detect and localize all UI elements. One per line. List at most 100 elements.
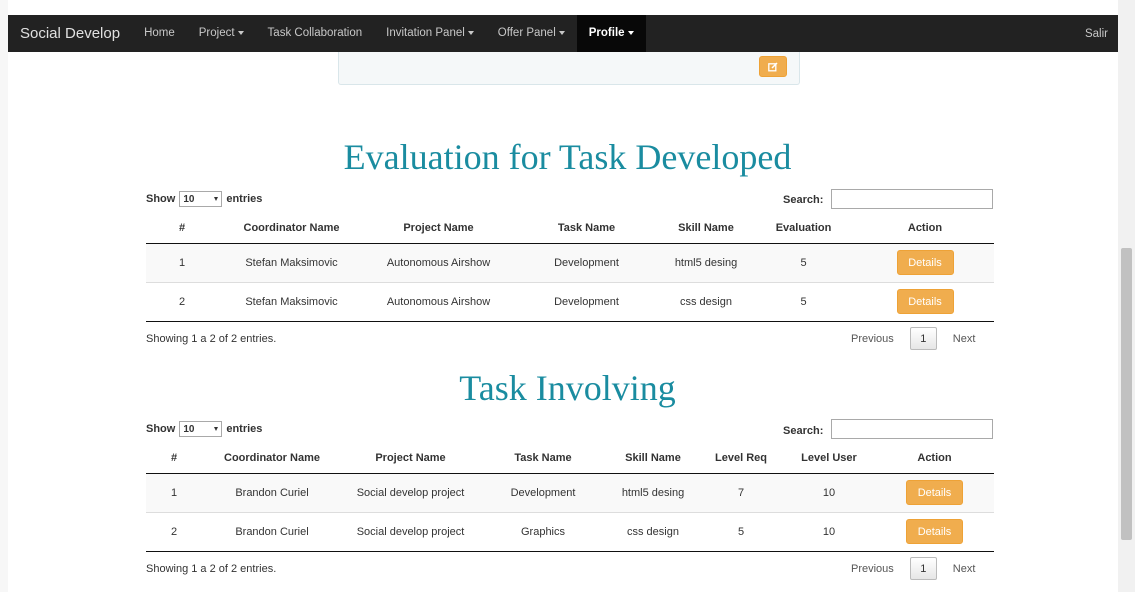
cell-skill: html5 desing xyxy=(661,242,751,282)
column-header[interactable]: Project Name xyxy=(342,443,479,474)
table-row: 1 Stefan Maksimovic Autonomous Airshow D… xyxy=(146,242,994,282)
entries-label: entries xyxy=(226,423,263,435)
evaluation-search-label: Search: xyxy=(783,194,824,206)
caret-down-icon xyxy=(237,30,244,35)
details-button[interactable]: Details xyxy=(906,480,963,505)
involving-section-title: Task Involving xyxy=(459,368,676,408)
cell-task: Graphics xyxy=(479,511,607,552)
column-header[interactable]: Skill Name xyxy=(661,213,751,244)
cell-level-user: 10 xyxy=(783,472,875,512)
column-header[interactable]: Coordinator Name xyxy=(218,213,365,244)
edit-button[interactable] xyxy=(759,56,787,77)
evaluation-section-title: Evaluation for Task Developed xyxy=(343,137,792,177)
cell-num: 1 xyxy=(146,242,218,282)
column-header[interactable]: Skill Name xyxy=(607,443,699,474)
involving-pagination: Previous 1 Next xyxy=(843,557,983,580)
column-header[interactable]: Action xyxy=(856,213,994,244)
cell-task: Development xyxy=(512,281,661,322)
cell-num: 2 xyxy=(146,511,202,552)
cell-project: Autonomous Airshow xyxy=(365,242,512,282)
cell-coordinator: Stefan Maksimovic xyxy=(218,242,365,282)
cell-level-req: 5 xyxy=(699,511,783,552)
details-button[interactable]: Details xyxy=(896,289,954,314)
cell-action: Details xyxy=(875,511,994,552)
brand-link[interactable]: Social Develop xyxy=(8,15,132,52)
show-label: Show xyxy=(146,193,176,205)
table-row: 2 Stefan Maksimovic Autonomous Airshow D… xyxy=(146,281,994,322)
involving-table-info: Showing 1 a 2 of 2 entries. xyxy=(146,563,277,575)
nav-offer-panel-label: Offer Panel xyxy=(497,27,556,39)
nav-project[interactable]: Project xyxy=(187,15,256,52)
column-header[interactable]: Coordinator Name xyxy=(202,443,342,474)
details-button[interactable]: Details xyxy=(906,519,963,544)
page-1-button[interactable]: 1 xyxy=(909,557,937,580)
column-header[interactable]: # xyxy=(146,213,218,244)
caret-down-icon xyxy=(214,427,219,431)
nav-invitation-panel-label: Invitation Panel xyxy=(386,27,465,39)
show-label: Show xyxy=(146,423,176,435)
cell-coordinator: Stefan Maksimovic xyxy=(218,281,365,322)
nav-profile[interactable]: Profile xyxy=(576,15,646,52)
evaluation-page-length-select[interactable]: 10 xyxy=(179,191,223,207)
caret-down-icon xyxy=(558,30,565,35)
evaluation-table: # Coordinator Name Project Name Task Nam… xyxy=(146,213,994,322)
column-header[interactable]: Task Name xyxy=(512,213,661,244)
cell-level-req: 7 xyxy=(699,472,783,512)
table-row: 2 Brandon Curiel Social develop project … xyxy=(146,511,994,552)
cell-project: Autonomous Airshow xyxy=(365,281,512,322)
nav-offer-panel[interactable]: Offer Panel xyxy=(486,15,577,52)
page-gutter xyxy=(0,0,8,592)
previous-page-button[interactable]: Previous xyxy=(843,333,902,345)
cell-project: Social develop project xyxy=(342,472,479,512)
nav-invitation-panel[interactable]: Invitation Panel xyxy=(374,15,486,52)
column-header[interactable]: Task Name xyxy=(479,443,607,474)
entries-label: entries xyxy=(226,193,263,205)
column-header[interactable]: Evaluation xyxy=(751,213,856,244)
nav-profile-label: Profile xyxy=(588,27,625,39)
nav-project-label: Project xyxy=(198,27,235,39)
cell-num: 1 xyxy=(146,472,202,512)
table-row: 1 Brandon Curiel Social develop project … xyxy=(146,472,994,512)
scrollbar-thumb[interactable] xyxy=(1121,248,1132,540)
edit-icon xyxy=(768,61,778,71)
next-page-button[interactable]: Next xyxy=(945,333,984,345)
cell-action: Details xyxy=(856,281,994,322)
cell-coordinator: Brandon Curiel xyxy=(202,511,342,552)
cell-coordinator: Brandon Curiel xyxy=(202,472,342,512)
nav-home[interactable]: Home xyxy=(132,15,187,52)
previous-page-button[interactable]: Previous xyxy=(843,563,902,575)
cell-skill: css design xyxy=(607,511,699,552)
page-length-value: 10 xyxy=(183,423,195,435)
involving-search-label: Search: xyxy=(783,425,824,437)
nav-task-collaboration[interactable]: Task Collaboration xyxy=(256,15,375,52)
caret-down-icon xyxy=(467,30,474,35)
caret-down-icon xyxy=(214,197,219,201)
cell-project: Social develop project xyxy=(342,511,479,552)
evaluation-length-control: Show 10 entries xyxy=(146,191,262,207)
column-header[interactable]: Level User xyxy=(783,443,875,474)
table-header-row: # Coordinator Name Project Name Task Nam… xyxy=(146,213,994,244)
involving-page-length-select[interactable]: 10 xyxy=(179,421,223,437)
nav-logout-link[interactable]: Salir xyxy=(1075,28,1118,40)
column-header[interactable]: Project Name xyxy=(365,213,512,244)
cell-level-user: 10 xyxy=(783,511,875,552)
involving-search-input[interactable] xyxy=(831,419,993,439)
nav-home-label: Home xyxy=(144,27,175,39)
profile-well xyxy=(338,52,800,85)
cell-task: Development xyxy=(479,472,607,512)
column-header[interactable]: Level Req xyxy=(699,443,783,474)
evaluation-search-input[interactable] xyxy=(831,189,993,209)
column-header[interactable]: Action xyxy=(875,443,994,474)
details-button[interactable]: Details xyxy=(896,250,954,275)
cell-skill: html5 desing xyxy=(607,472,699,512)
cell-action: Details xyxy=(875,472,994,512)
column-header[interactable]: # xyxy=(146,443,202,474)
page-1-button[interactable]: 1 xyxy=(909,327,937,350)
involving-length-control: Show 10 entries xyxy=(146,421,262,437)
page-length-value: 10 xyxy=(183,193,195,205)
cell-evaluation: 5 xyxy=(751,242,856,282)
next-page-button[interactable]: Next xyxy=(945,563,984,575)
cell-evaluation: 5 xyxy=(751,281,856,322)
vertical-scrollbar[interactable] xyxy=(1118,0,1135,592)
cell-num: 2 xyxy=(146,281,218,322)
